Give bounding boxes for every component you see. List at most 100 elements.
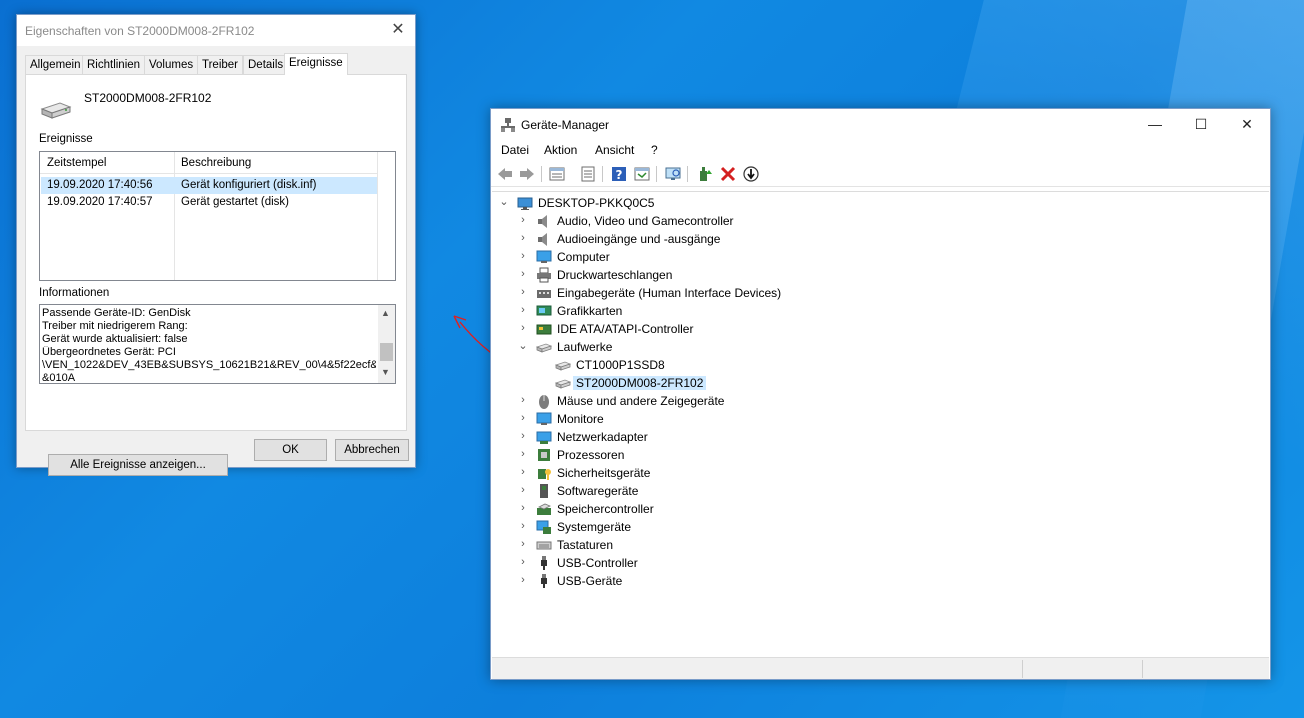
expand-chevron-icon[interactable]: ›: [516, 482, 530, 500]
menu-datei[interactable]: Datei: [501, 143, 529, 157]
tree-item-label: IDE ATA/ATAPI-Controller: [557, 322, 694, 336]
tab-ereignisse[interactable]: Ereignisse: [284, 53, 348, 75]
expand-chevron-icon[interactable]: ›: [516, 572, 530, 590]
events-tab-panel: ST2000DM008-2FR102 Ereignisse Zeitstempe…: [25, 74, 407, 476]
download-icon[interactable]: [742, 165, 760, 183]
properties-view-icon[interactable]: [548, 165, 566, 183]
info-line: \VEN_1022&DEV_43EB&SUBSYS_10621B21&REV_0…: [42, 359, 376, 371]
network-icon: [536, 431, 552, 444]
expand-chevron-icon[interactable]: ›: [516, 266, 530, 284]
menu-help[interactable]: ?: [651, 143, 658, 157]
tree-item-label: Softwaregeräte: [557, 484, 639, 498]
ok-button[interactable]: OK: [254, 439, 327, 461]
tree-item-label: DESKTOP-PKKQ0C5: [538, 196, 655, 210]
scroll-down-icon[interactable]: ▼: [381, 367, 390, 377]
expand-chevron-icon[interactable]: ›: [516, 230, 530, 248]
toolbar: ?: [491, 161, 1270, 187]
info-scrollbar[interactable]: ▲ ▼: [378, 305, 395, 383]
device-tree[interactable]: ⌄ DESKTOP-PKKQ0C5 › Audio, Video und Gameco…: [492, 191, 1269, 654]
collapse-chevron-icon[interactable]: ⌄: [497, 194, 511, 212]
forward-icon[interactable]: [518, 165, 536, 183]
event-description: Gerät gestartet (disk): [181, 196, 290, 208]
device-manager-titlebar[interactable]: Geräte-Manager — ☐ ✕: [491, 109, 1270, 140]
info-line: Treiber mit niedrigerem Rang:: [42, 320, 188, 332]
security-icon: [538, 469, 551, 480]
tree-item-label: Monitore: [557, 412, 604, 426]
tree-item-label: Prozessoren: [557, 448, 625, 462]
drive-icon: [555, 379, 571, 389]
maximize-icon[interactable]: ☐: [1178, 109, 1224, 140]
monitor-icon: [536, 412, 552, 425]
events-list[interactable]: Zeitstempel Beschreibung 19.09.2020 17:4…: [39, 151, 396, 281]
minimize-icon[interactable]: —: [1132, 109, 1178, 140]
collapse-chevron-icon[interactable]: ⌄: [516, 338, 530, 356]
storage-controller-icon: [537, 503, 551, 515]
event-row[interactable]: 19.09.2020 17:40:57 Gerät gestartet (dis…: [41, 194, 377, 211]
tab-allgemein[interactable]: Allgemein: [25, 55, 86, 75]
tab-richtlinien[interactable]: Richtlinien: [82, 55, 146, 75]
properties-dialog: Eigenschaften von ST2000DM008-2FR102 ✕ A…: [16, 14, 416, 476]
expand-chevron-icon[interactable]: ›: [516, 410, 530, 428]
list-view-icon[interactable]: [579, 165, 597, 183]
cancel-button[interactable]: Abbrechen: [335, 439, 409, 461]
tree-item-label: Druckwarteschlangen: [557, 268, 673, 282]
ide-controller-icon: [536, 324, 552, 335]
uninstall-icon[interactable]: [719, 165, 737, 183]
tab-volumes[interactable]: Volumes: [144, 55, 199, 75]
expand-chevron-icon[interactable]: ›: [516, 464, 530, 482]
info-textbox[interactable]: Passende Geräte-ID: GenDisk Treiber mit …: [39, 304, 396, 384]
scroll-up-icon[interactable]: ▲: [381, 308, 390, 318]
speaker-icon: [538, 215, 547, 228]
tab-details[interactable]: Details: [243, 55, 289, 75]
tree-item-label: Audio, Video und Gamecontroller: [557, 214, 734, 228]
expand-chevron-icon[interactable]: ›: [516, 428, 530, 446]
usb-icon: [541, 574, 547, 588]
event-timestamp: 19.09.2020 17:40:56: [47, 179, 153, 191]
update-driver-icon[interactable]: [696, 165, 714, 183]
tree-item-label: ST2000DM008-2FR102: [573, 376, 707, 390]
expand-chevron-icon[interactable]: ›: [516, 212, 530, 230]
expand-chevron-icon[interactable]: ›: [516, 536, 530, 554]
tree-item-label: CT1000P1SSD8: [576, 358, 665, 372]
mouse-icon: [539, 395, 549, 409]
column-header-description[interactable]: Beschreibung: [181, 157, 251, 169]
tree-item-label: Netzwerkadapter: [557, 430, 648, 444]
menu-aktion[interactable]: Aktion: [544, 143, 577, 157]
menu-ansicht[interactable]: Ansicht: [595, 143, 634, 157]
close-icon[interactable]: ✕: [1224, 109, 1270, 140]
scroll-thumb[interactable]: [380, 343, 393, 361]
action-view-icon[interactable]: [633, 165, 651, 183]
expand-chevron-icon[interactable]: ›: [516, 320, 530, 338]
tab-treiber[interactable]: Treiber: [197, 55, 243, 75]
column-header-timestamp[interactable]: Zeitstempel: [47, 157, 106, 169]
expand-chevron-icon[interactable]: ›: [516, 392, 530, 410]
cpu-icon: [538, 449, 550, 461]
tree-item-label: Grafikkarten: [557, 304, 623, 318]
show-all-events-button[interactable]: Alle Ereignisse anzeigen...: [48, 454, 228, 476]
expand-chevron-icon[interactable]: ›: [516, 284, 530, 302]
monitor-scan-icon[interactable]: [664, 165, 682, 183]
toolbar-separator: [602, 166, 603, 182]
expand-chevron-icon[interactable]: ›: [516, 500, 530, 518]
back-icon[interactable]: [496, 165, 514, 183]
keyboard-icon: [536, 541, 552, 550]
status-divider: [1142, 660, 1143, 678]
events-header: Zeitstempel Beschreibung: [40, 152, 378, 174]
close-icon[interactable]: ✕: [381, 15, 415, 46]
expand-chevron-icon[interactable]: ›: [516, 446, 530, 464]
root-icon: [517, 197, 533, 210]
dialog-titlebar[interactable]: Eigenschaften von ST2000DM008-2FR102 ✕: [17, 15, 415, 46]
expand-chevron-icon[interactable]: ›: [516, 248, 530, 266]
expand-chevron-icon[interactable]: ›: [516, 554, 530, 572]
svg-text:?: ?: [616, 168, 623, 182]
expand-chevron-icon[interactable]: ›: [516, 518, 530, 536]
expand-chevron-icon[interactable]: ›: [516, 302, 530, 320]
computer-icon: [536, 250, 552, 263]
tree-item-label: Tastaturen: [557, 538, 614, 552]
usb-icon: [541, 556, 547, 570]
help-icon[interactable]: ?: [610, 165, 628, 183]
event-row[interactable]: 19.09.2020 17:40:56 Gerät konfiguriert (…: [41, 177, 377, 194]
menu-bar: Datei Aktion Ansicht ?: [491, 140, 1270, 160]
toolbar-separator: [656, 166, 657, 182]
speaker-icon: [538, 233, 547, 246]
